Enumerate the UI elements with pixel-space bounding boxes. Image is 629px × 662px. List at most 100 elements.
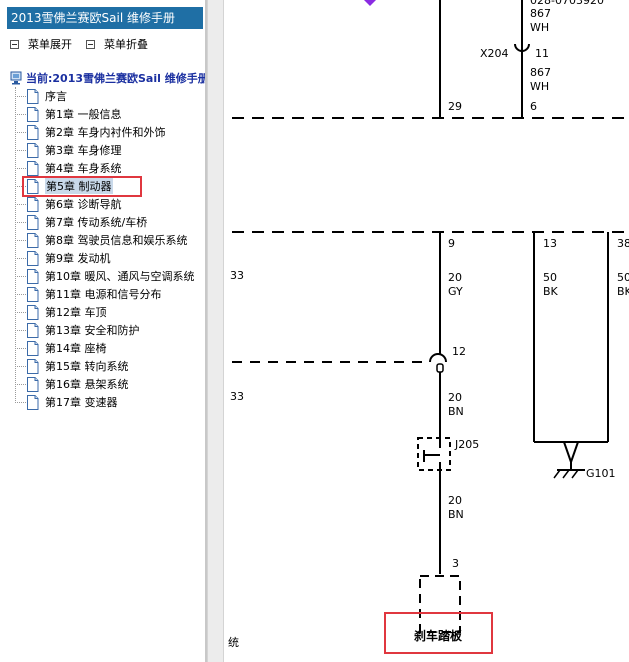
tree-item-chapter[interactable]: 第13章 安全和防护 bbox=[15, 321, 140, 339]
wiring-diagram: 028-0703920 867 WH X204 11 867 WH 6 29 9… bbox=[224, 0, 629, 662]
tree-item-label: 第14章 座椅 bbox=[45, 342, 107, 355]
tree-item-chapter[interactable]: 第8章 驾驶员信息和娱乐系统 bbox=[15, 231, 188, 249]
collapse-icon bbox=[86, 39, 95, 49]
menu-expand-button[interactable]: 菜单展开 bbox=[10, 36, 72, 52]
brake-pedal-label: 刹车踏板 bbox=[414, 628, 463, 643]
tree-item-chapter[interactable]: 第3章 车身修理 bbox=[15, 141, 122, 159]
wiring-diagram-canvas: 028-0703920 867 WH X204 11 867 WH 6 29 9… bbox=[228, 0, 629, 654]
tree-item-label: 第6章 诊断导航 bbox=[45, 198, 122, 211]
tree-item-label: 第10章 暖风、通风与空调系统 bbox=[45, 270, 195, 283]
pin-13-label: 13 bbox=[543, 237, 557, 250]
ground-lead-right bbox=[570, 441, 579, 463]
tree-item-label: 第3章 车身修理 bbox=[45, 144, 122, 157]
document-icon bbox=[27, 232, 39, 248]
wire-bn1-color: BN bbox=[448, 405, 464, 418]
tree-item-chapter[interactable]: 第7章 传动系统/车桥 bbox=[15, 213, 147, 231]
tree-item-label: 第8章 驾驶员信息和娱乐系统 bbox=[45, 234, 188, 247]
tree-branch-line bbox=[15, 167, 26, 169]
document-icon bbox=[27, 106, 39, 122]
document-icon bbox=[27, 376, 39, 392]
tree-branch-line bbox=[15, 293, 26, 295]
vertical-scrollbar[interactable] bbox=[207, 0, 224, 662]
tree-item-chapter[interactable]: 第10章 暖风、通风与空调系统 bbox=[15, 267, 195, 285]
tree-item-label: 序言 bbox=[45, 90, 67, 103]
document-icon bbox=[27, 88, 39, 104]
document-icon bbox=[27, 304, 39, 320]
header-partial-text: 028-0703920 bbox=[530, 0, 604, 7]
pin-38-label: 38 bbox=[617, 237, 629, 250]
tree-branch-line bbox=[15, 257, 26, 259]
splice-pin-label: 12 bbox=[452, 345, 466, 358]
tree-item-chapter[interactable]: 第9章 发动机 bbox=[15, 249, 111, 267]
wire-top-gauge: 867 bbox=[530, 7, 551, 20]
menu-collapse-button[interactable]: 菜单折叠 bbox=[86, 36, 148, 52]
tree-root-label: 当前:2013雪佛兰赛欧Sail 维修手册 bbox=[26, 72, 205, 85]
navigation-pane: 2013雪佛兰赛欧Sail 维修手册 菜单展开 菜单折叠 当前:2013雪佛兰赛… bbox=[0, 0, 205, 662]
wire-bn2-gauge: 20 bbox=[448, 494, 462, 507]
tree-item-label: 第15章 转向系统 bbox=[45, 360, 129, 373]
tree-item-chapter[interactable]: 第5章 制动器 bbox=[15, 177, 113, 195]
wire-mid-color: WH bbox=[530, 80, 549, 93]
document-icon bbox=[27, 358, 39, 374]
wire-bn2-color: BN bbox=[448, 508, 464, 521]
tree-branch-line bbox=[15, 365, 26, 367]
tree-item-label: 第5章 制动器 bbox=[45, 178, 113, 194]
ground-lead-left bbox=[563, 441, 572, 463]
document-icon bbox=[27, 268, 39, 284]
tree-branch-line bbox=[15, 383, 26, 385]
document-icon bbox=[27, 178, 39, 194]
pin-6-label: 6 bbox=[530, 100, 537, 113]
document-icon bbox=[27, 286, 39, 302]
tree-item-chapter[interactable]: 第12章 车顶 bbox=[15, 303, 107, 321]
tree-branch-line bbox=[15, 329, 26, 331]
tree-branch-line bbox=[15, 131, 26, 133]
tree-item-chapter[interactable]: 第14章 座椅 bbox=[15, 339, 107, 357]
tree-branch-line bbox=[15, 113, 26, 115]
document-icon bbox=[27, 214, 39, 230]
tree-item-label: 第2章 车身内衬件和外饰 bbox=[45, 126, 166, 139]
tree-item-chapter[interactable]: 序言 bbox=[15, 87, 67, 105]
tree-root[interactable]: 当前:2013雪佛兰赛欧Sail 维修手册 bbox=[10, 70, 205, 86]
document-icon bbox=[27, 322, 39, 338]
tree-branch-line bbox=[15, 311, 26, 313]
tree-branch-line bbox=[15, 203, 26, 205]
left-partial-label-2: 33 bbox=[230, 390, 244, 403]
tree-item-chapter[interactable]: 第4章 车身系统 bbox=[15, 159, 122, 177]
pane-title: 2013雪佛兰赛欧Sail 维修手册 bbox=[7, 7, 203, 29]
document-icon bbox=[27, 250, 39, 266]
tree-item-chapter[interactable]: 第17章 变速器 bbox=[15, 393, 118, 411]
wire-13-color: BK bbox=[543, 285, 559, 298]
connector-x204-label: X204 bbox=[480, 47, 509, 60]
pin-9-label: 9 bbox=[448, 237, 455, 250]
tree-item-label: 第12章 车顶 bbox=[45, 306, 107, 319]
tree-item-label: 第1章 一般信息 bbox=[45, 108, 122, 121]
tree-item-chapter[interactable]: 第15章 转向系统 bbox=[15, 357, 129, 375]
wire-13-gauge: 50 bbox=[543, 271, 557, 284]
connector-j205-label: J205 bbox=[454, 438, 479, 451]
tree-branch-line bbox=[15, 185, 26, 187]
ground-hatch-3 bbox=[571, 469, 579, 479]
tree-item-chapter[interactable]: 第6章 诊断导航 bbox=[15, 195, 122, 213]
tree-item-chapter[interactable]: 第2章 车身内衬件和外饰 bbox=[15, 123, 166, 141]
tree-item-chapter[interactable]: 第1章 一般信息 bbox=[15, 105, 122, 123]
tree-branch-line bbox=[15, 347, 26, 349]
tree-branch-line bbox=[15, 401, 26, 403]
document-icon bbox=[27, 142, 39, 158]
document-icon bbox=[27, 160, 39, 176]
document-icon bbox=[27, 124, 39, 140]
wire-top-color: WH bbox=[530, 21, 549, 34]
tree-branch-line bbox=[15, 95, 26, 97]
tree-branch-line bbox=[15, 239, 26, 241]
computer-icon bbox=[10, 71, 22, 85]
wire-9-color: GY bbox=[448, 285, 463, 298]
menu-collapse-label: 菜单折叠 bbox=[104, 38, 148, 51]
pin-29-label: 29 bbox=[448, 100, 462, 113]
splice-jumper bbox=[429, 353, 447, 363]
tree-item-label: 第9章 发动机 bbox=[45, 252, 111, 265]
document-icon bbox=[27, 196, 39, 212]
tree-item-chapter[interactable]: 第11章 电源和信号分布 bbox=[15, 285, 162, 303]
document-icon bbox=[27, 340, 39, 356]
expand-icon bbox=[10, 39, 19, 49]
tree-item-label: 第16章 悬架系统 bbox=[45, 378, 129, 391]
tree-item-chapter[interactable]: 第16章 悬架系统 bbox=[15, 375, 129, 393]
